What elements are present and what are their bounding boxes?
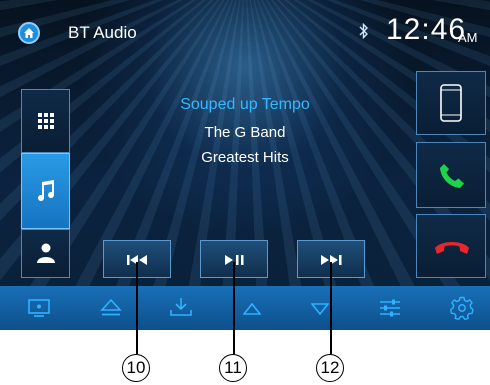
callout-leader-line (136, 262, 138, 354)
album-name: Greatest Hits (201, 149, 289, 166)
phone-button[interactable] (416, 71, 486, 135)
clock-time: 12:46 (386, 13, 467, 46)
callout-number: 11 (219, 354, 247, 382)
artist-name: The G Band (204, 124, 286, 141)
download-button[interactable] (159, 286, 203, 330)
screen-button[interactable] (17, 286, 61, 330)
call-end-icon (435, 242, 469, 254)
play-pause-icon (225, 255, 244, 265)
grid-icon (38, 113, 54, 129)
bottom-toolbar (0, 286, 490, 330)
callout-leader-line (330, 262, 332, 354)
eject-icon (100, 299, 122, 316)
eject-button[interactable] (89, 286, 133, 330)
music-note-icon (38, 180, 55, 202)
home-button[interactable] (18, 22, 40, 44)
bluetooth-icon (359, 22, 368, 40)
equalizer-icon (380, 299, 400, 317)
download-icon (170, 298, 192, 316)
clock-ampm: AM (458, 30, 478, 45)
up-arrow-icon (243, 303, 261, 315)
sidebar-item-music[interactable] (21, 153, 70, 229)
callout-number: 10 (122, 354, 150, 382)
call-end-button[interactable] (416, 214, 486, 278)
previous-icon (127, 255, 147, 265)
callout-number: 12 (316, 354, 344, 382)
car-audio-screen: BT Audio 12:46 AM Souped up Tempo The G … (0, 0, 490, 330)
settings-button[interactable] (440, 286, 484, 330)
song-title: Souped up Tempo (180, 96, 310, 113)
settings-icon (450, 296, 474, 320)
smartphone-icon (440, 84, 462, 122)
home-icon (24, 28, 34, 38)
sidebar-item-contacts[interactable] (21, 229, 70, 278)
call-accept-icon (440, 164, 464, 188)
up-button[interactable] (230, 286, 274, 330)
down-arrow-icon (311, 303, 329, 315)
sidebar-item-apps[interactable] (21, 89, 70, 153)
call-accept-button[interactable] (416, 142, 486, 208)
down-button[interactable] (298, 286, 342, 330)
source-title: BT Audio (68, 23, 137, 42)
next-icon (321, 255, 342, 265)
screen-icon (28, 299, 50, 317)
callout-leader-line (233, 262, 235, 354)
person-icon (37, 243, 55, 263)
equalizer-button[interactable] (368, 286, 412, 330)
